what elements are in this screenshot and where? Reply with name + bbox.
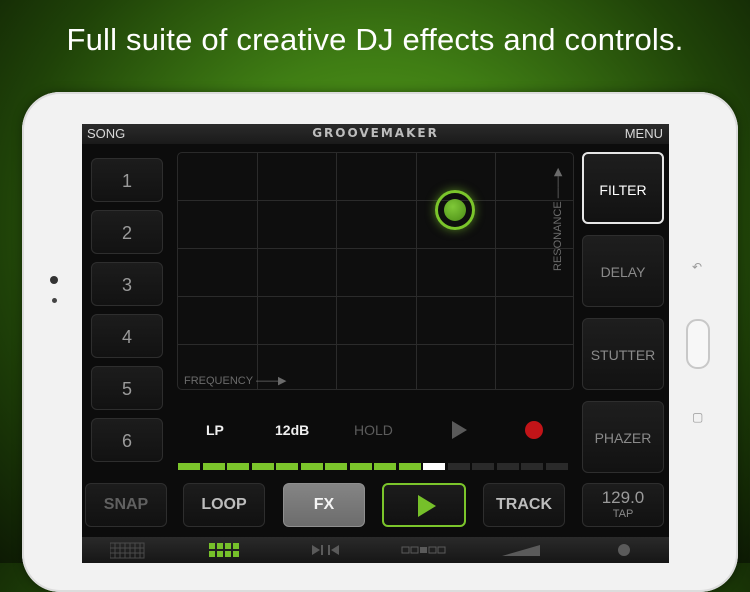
sensor-icon	[52, 298, 57, 303]
record-button[interactable]	[525, 421, 543, 439]
meter-segment	[300, 463, 323, 470]
meter-segment	[251, 463, 274, 470]
filter-type-button[interactable]: LP	[206, 422, 224, 438]
camera-icon	[50, 276, 58, 284]
hold-button[interactable]: HOLD	[354, 422, 393, 438]
meter-segment	[374, 463, 396, 470]
slot-1-button[interactable]: 1	[91, 158, 163, 202]
app-screen: SONG GROOVEMAKER MENU 1 2 3 4 5 6 FREQUE…	[82, 124, 669, 563]
arrow-up-icon: ——▶	[552, 167, 564, 199]
top-bar: SONG GROOVEMAKER MENU	[82, 124, 669, 144]
tab-volume[interactable]	[500, 537, 544, 563]
grid-line	[336, 153, 337, 389]
tempo-tap-button[interactable]: 129.0 TAP	[582, 483, 664, 527]
app-logo: GROOVEMAKER	[312, 126, 439, 140]
grid-line	[178, 200, 573, 201]
meter-segment	[472, 463, 494, 470]
record-dot-icon	[618, 544, 630, 556]
grid-line	[416, 153, 417, 389]
grid-view-icon	[109, 542, 145, 559]
meter-segment	[276, 463, 298, 470]
frequency-label: FREQUENCY	[184, 375, 253, 387]
fx-delay-button[interactable]: DELAY	[582, 235, 664, 307]
xy-pad-handle[interactable]	[435, 190, 475, 230]
recent-apps-icon: ▢	[692, 410, 704, 424]
menu-button[interactable]: MENU	[625, 126, 663, 141]
slot-2-button[interactable]: 2	[91, 210, 163, 254]
meter-segment	[423, 463, 445, 470]
grid-line	[178, 248, 573, 249]
preview-play-icon[interactable]	[452, 421, 467, 439]
pads-view-icon	[209, 543, 239, 557]
fx-stutter-button[interactable]: STUTTER	[582, 318, 664, 390]
tab-mixer[interactable]	[308, 537, 344, 563]
xy-pad[interactable]: FREQUENCY ——▶ RESONANCE ——▶	[177, 152, 574, 390]
tab-record[interactable]	[612, 537, 636, 563]
tab-pads-view[interactable]	[207, 537, 243, 563]
grid-line	[495, 153, 496, 389]
meter-segment	[496, 463, 519, 470]
meter-segment	[202, 463, 225, 470]
tap-label: TAP	[612, 508, 634, 520]
meter-segment	[227, 463, 249, 470]
meter-segment	[178, 463, 200, 470]
fx-phazer-button[interactable]: PHAZER	[582, 401, 664, 473]
arrow-right-icon: ——▶	[255, 375, 287, 387]
volume-ramp-icon	[502, 545, 540, 556]
fx-tab-button[interactable]: FX	[283, 483, 365, 527]
frequency-axis-label: FREQUENCY ——▶	[184, 374, 286, 387]
resonance-label: RESONANCE	[552, 201, 564, 271]
fx-filter-button[interactable]: FILTER	[582, 152, 664, 224]
meter-segment	[398, 463, 421, 470]
mixer-icon	[312, 545, 339, 555]
play-icon	[418, 495, 436, 517]
loop-button[interactable]: LOOP	[183, 483, 265, 527]
grid-line	[257, 153, 258, 389]
resonance-axis-label: RESONANCE ——▶	[551, 168, 564, 271]
home-button[interactable]	[686, 319, 710, 369]
meter-segment	[349, 463, 372, 470]
slot-6-button[interactable]: 6	[91, 418, 163, 462]
slot-3-button[interactable]: 3	[91, 262, 163, 306]
play-button[interactable]	[382, 483, 466, 527]
back-icon: ↶	[692, 260, 703, 274]
meter-segment	[521, 463, 543, 470]
tab-sequence[interactable]	[400, 537, 448, 563]
grid-line	[178, 344, 573, 345]
filter-slope-button[interactable]: 12dB	[275, 422, 309, 438]
tempo-value: 129.0	[601, 488, 645, 507]
meter-segment	[325, 463, 347, 470]
grid-line	[178, 296, 573, 297]
slot-5-button[interactable]: 5	[91, 366, 163, 410]
track-button[interactable]: TRACK	[483, 483, 565, 527]
sequence-icon	[401, 546, 446, 554]
meter-segment	[447, 463, 470, 470]
tab-grid-view[interactable]	[109, 537, 146, 563]
slot-4-button[interactable]: 4	[91, 314, 163, 358]
meter-segment	[545, 463, 568, 470]
headline: Full suite of creative DJ effects and co…	[66, 22, 684, 57]
snap-button[interactable]: SNAP	[85, 483, 167, 527]
bottom-tab-bar	[82, 537, 669, 563]
